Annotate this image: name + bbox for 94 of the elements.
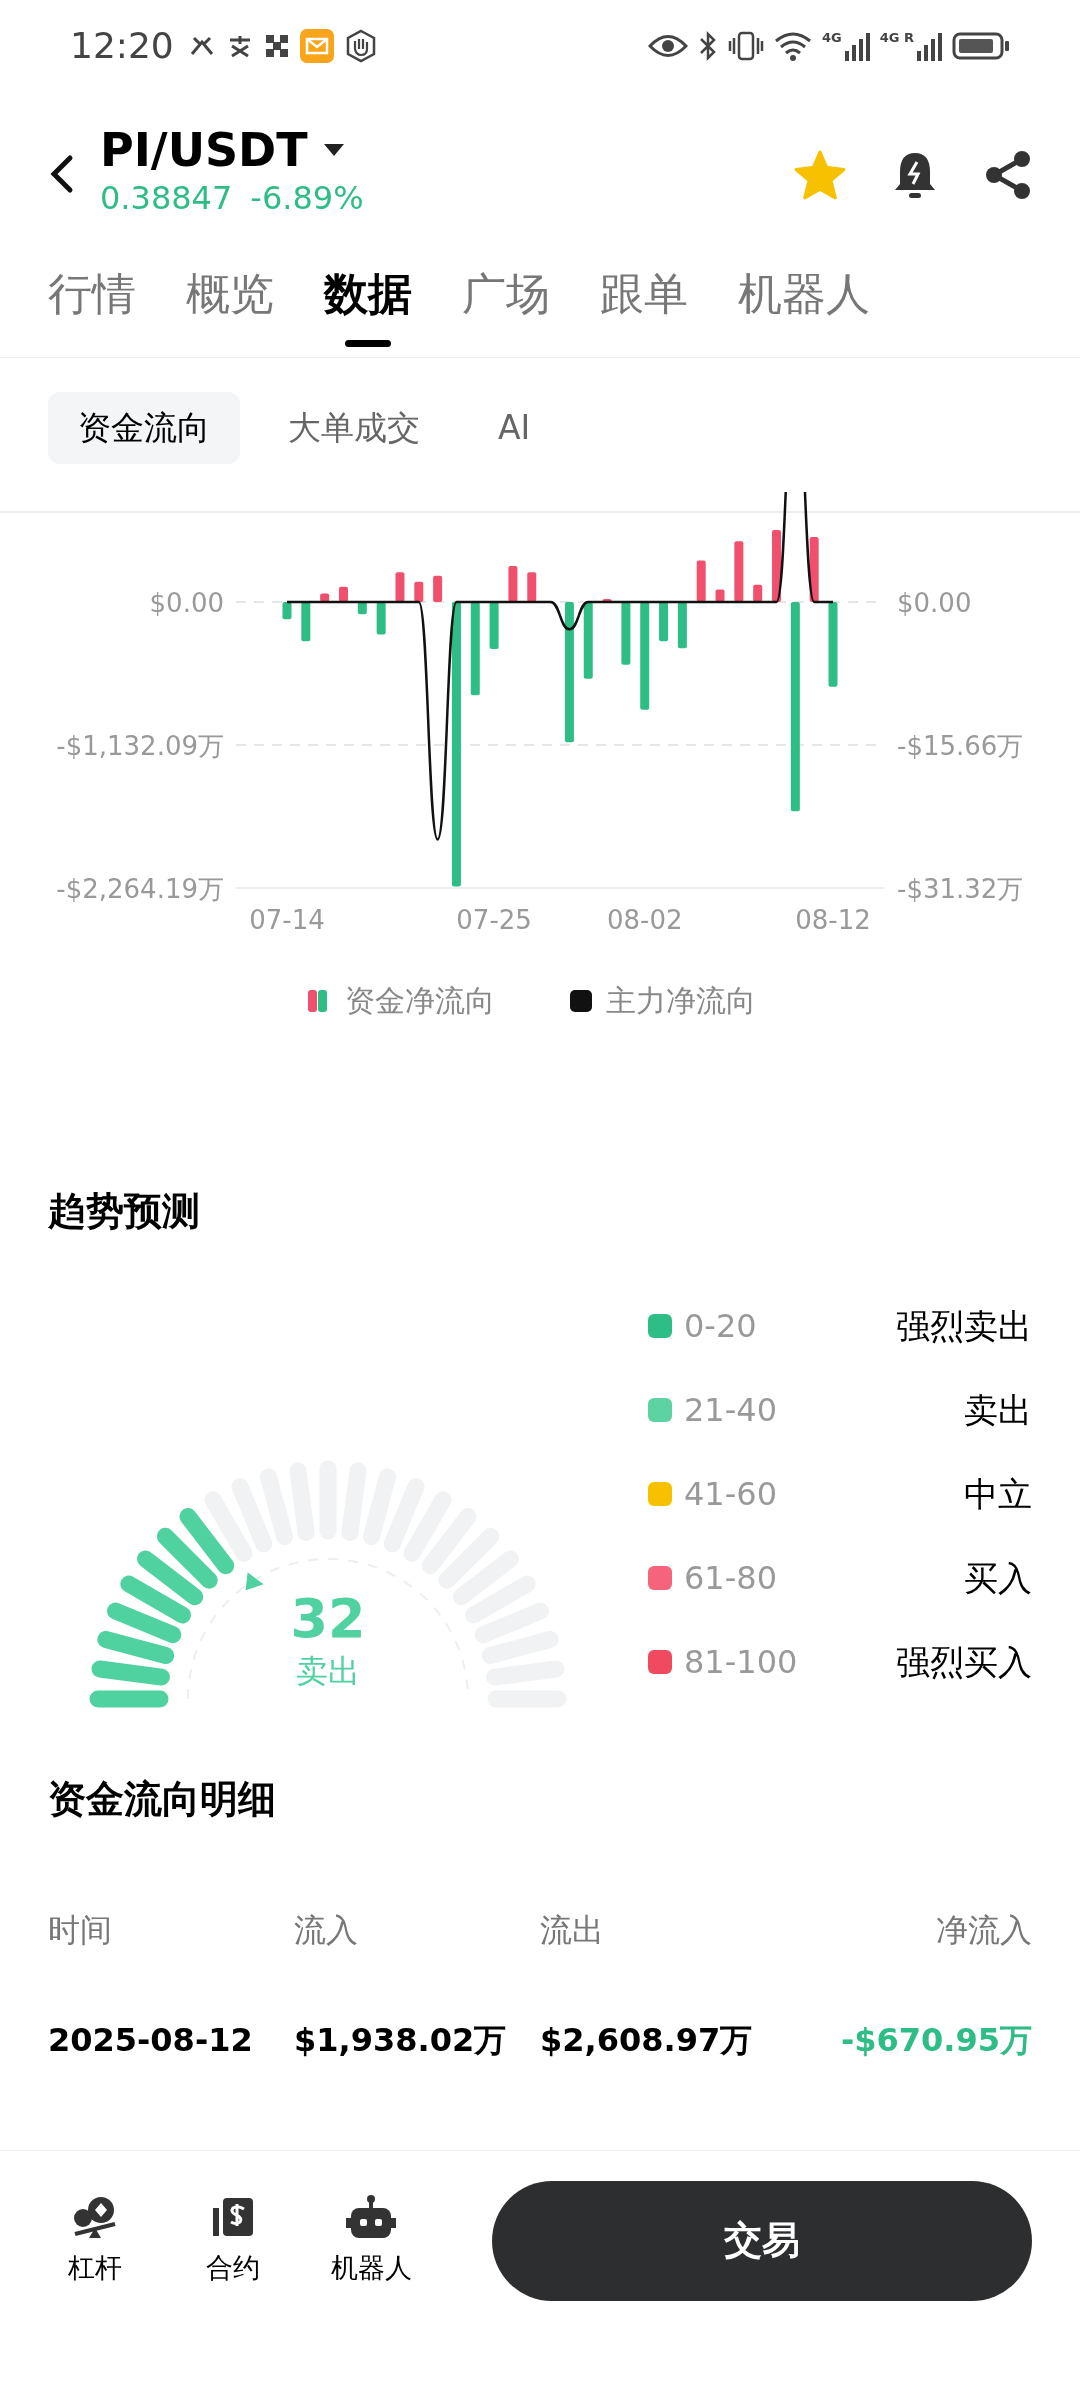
flow-bar [414, 581, 424, 602]
score-range: 61-80 [684, 1558, 777, 1599]
signal-label: 强烈买入 [896, 1640, 1032, 1684]
trade-button[interactable]: 交易 [492, 2180, 1032, 2301]
wifi-icon [774, 31, 812, 61]
flow-bar [376, 601, 386, 635]
pair-selector[interactable]: PI/USDT [100, 122, 364, 178]
flow-bar [677, 601, 687, 649]
tab[interactable]: 行情 [48, 264, 136, 357]
section-title: 资金流向明细 [48, 1776, 277, 1823]
tab[interactable]: 机器人 [738, 264, 870, 357]
column-header: 流入 [294, 1910, 359, 1951]
notification-icon [263, 33, 290, 59]
score-range: 21-40 [684, 1390, 777, 1431]
flow-bar [715, 589, 725, 602]
flow-bar [696, 560, 706, 602]
flow-bar [395, 572, 405, 602]
score-range: 41-60 [684, 1474, 777, 1515]
sub-tab[interactable]: 大单成交 [258, 392, 450, 464]
back-button[interactable] [48, 154, 74, 194]
tab[interactable]: 广场 [462, 264, 550, 357]
battery-icon [952, 31, 1010, 61]
price-change: -6.89% [250, 178, 364, 218]
network-label: 4G R [879, 31, 914, 44]
gauge-score: 32 [290, 1589, 366, 1649]
x-axis-label: 07-14 [249, 905, 325, 935]
last-price: 0.38847 [100, 178, 233, 218]
table-cell-text: -$670.95万 [839, 2020, 1032, 2061]
star-icon [794, 150, 846, 200]
signal-icon [843, 31, 870, 61]
bell-icon [892, 150, 938, 200]
signal-label: 买入 [964, 1556, 1032, 1600]
gauge-label: 卖出 [296, 1651, 360, 1692]
signal-label: 强烈卖出 [896, 1304, 1032, 1348]
legend-label: 资金净流向 [345, 983, 495, 1018]
legend-swatch [570, 990, 592, 1012]
share-icon [984, 150, 1032, 200]
flow-bar [282, 601, 292, 620]
sub-tab[interactable]: AI [468, 392, 561, 464]
nav-item[interactable]: 合约 [186, 2193, 280, 2288]
tab[interactable]: 跟单 [600, 264, 688, 357]
flow-bar [527, 572, 537, 602]
flow-bar [357, 601, 367, 615]
x-axis-label: 08-12 [795, 905, 871, 935]
section-title: 趋势预测 [48, 1188, 201, 1235]
table-cell-text: 2025-08-12 [48, 2020, 254, 2061]
nav-item[interactable]: 机器人 [324, 2193, 418, 2288]
flow-bar [433, 575, 443, 602]
signal-icon [916, 31, 942, 61]
x-axis-label: 07-25 [456, 905, 532, 935]
table-cell-text: $2,608.97万 [540, 2020, 754, 2061]
y-axis-label: -$2,264.19万 [56, 874, 224, 904]
flow-bar [320, 593, 330, 602]
legend-label: 主力净流向 [606, 983, 756, 1018]
y-axis-label: $0.00 [897, 587, 972, 618]
tab[interactable]: 概览 [186, 264, 274, 357]
caret-icon [321, 142, 346, 158]
share-button[interactable] [984, 150, 1032, 200]
mail-icon [299, 29, 334, 63]
alert-button[interactable] [892, 150, 938, 200]
column-header: 时间 [48, 1910, 113, 1951]
flow-bar [301, 601, 311, 642]
legend-swatch [308, 990, 327, 1012]
flow-bar [489, 601, 499, 649]
y-axis-label: $0.00 [149, 587, 224, 618]
score-range: 81-100 [684, 1642, 798, 1683]
signal-label: 中立 [964, 1472, 1032, 1516]
status-time: 12:20 [70, 24, 174, 68]
network-label: 4G [822, 31, 842, 44]
flow-bar [753, 584, 763, 602]
flow-bar [659, 601, 669, 642]
column-header: 流出 [540, 1910, 605, 1951]
x-axis-label: 08-02 [606, 905, 683, 935]
sub-tab[interactable]: 资金流向 [48, 392, 240, 464]
signal-label: 卖出 [964, 1388, 1032, 1432]
flow-bar [339, 586, 348, 602]
y-axis-label: -$15.66万 [897, 731, 1024, 761]
y-axis-label: -$1,132.09万 [56, 730, 224, 761]
column-header: 净流入 [935, 1910, 1032, 1951]
score-range: 0-20 [684, 1306, 757, 1347]
back-icon [48, 154, 74, 194]
tab[interactable]: 数据 [324, 264, 412, 357]
flow-bar [772, 530, 781, 602]
eye-icon [648, 33, 688, 59]
flow-bar [734, 541, 744, 602]
bluetooth-icon [698, 30, 718, 62]
vibrate-icon [728, 30, 764, 62]
y-axis-label: -$31.32万 [897, 874, 1024, 904]
flow-bar [602, 598, 612, 602]
flow-bar [809, 537, 819, 602]
flow-bar [621, 601, 631, 665]
table-cell-text: $1,938.02万 [294, 2020, 508, 2061]
flow-bar [508, 566, 518, 602]
nav-item[interactable]: 杠杆 [48, 2193, 142, 2288]
